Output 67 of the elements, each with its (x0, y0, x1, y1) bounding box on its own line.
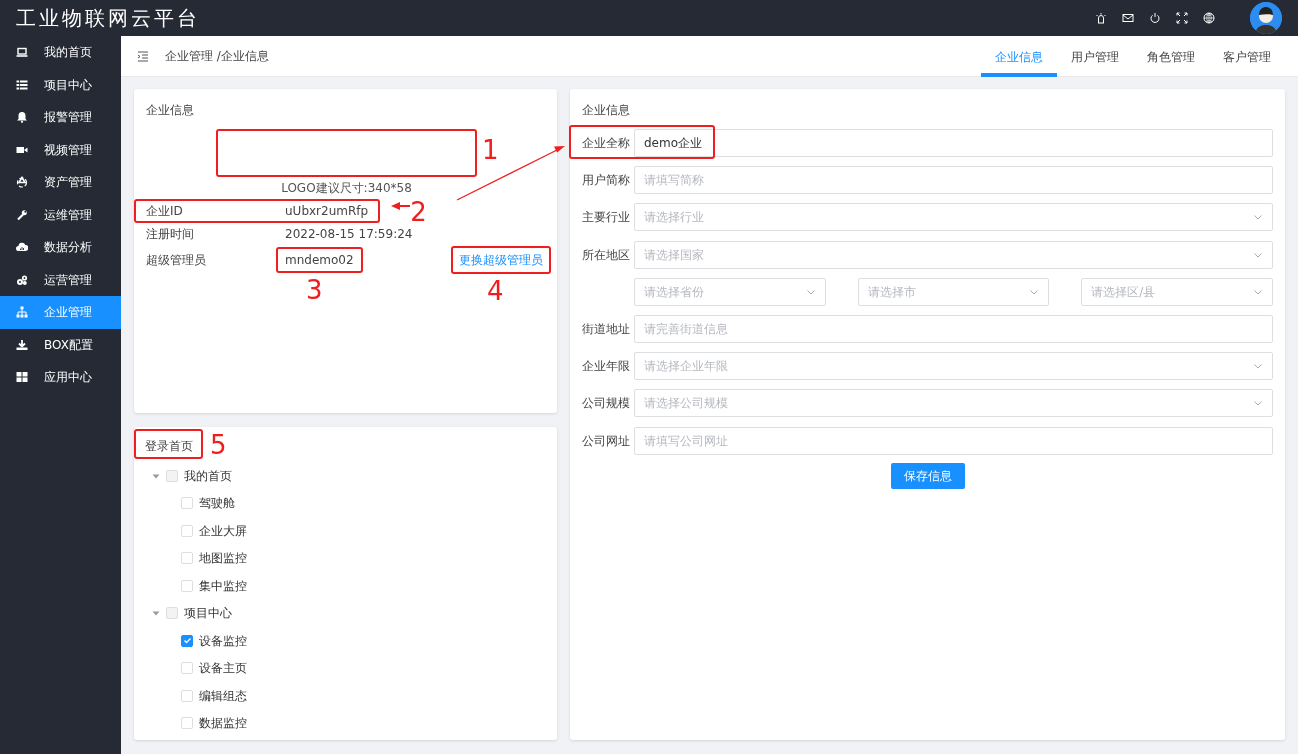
fullscreen-icon[interactable] (1176, 12, 1188, 24)
alarm-light-icon[interactable] (1095, 12, 1107, 24)
field-label: 企业年限 (582, 358, 631, 376)
field-label: 公司网址 (582, 432, 631, 450)
sidebar-item[interactable]: 数据分析 (0, 231, 121, 264)
input-field[interactable]: demo企业 (634, 129, 1273, 157)
tree-item-label: 编辑组态 (199, 687, 247, 705)
tree-item-label: 集中监控 (199, 577, 247, 595)
tree-item-label: 设备监控 (199, 632, 247, 650)
annotation-number: 3 (306, 277, 323, 303)
field-label: 企业全称 (582, 135, 631, 152)
sidebar-item[interactable]: 项目中心 (0, 68, 121, 101)
field-label: 公司规模 (582, 395, 631, 413)
field-label: 企业ID (146, 202, 184, 220)
menu-icon[interactable] (137, 50, 149, 62)
annotation-number: 4 (487, 278, 504, 304)
card-title: 企业信息 (146, 102, 195, 119)
tree-item-label: 驾驶舱 (199, 495, 235, 513)
breadcrumb: 企业管理 /企业信息 (165, 48, 269, 65)
sidebar-item[interactable]: BOX配置 (0, 328, 121, 361)
field-value: uUbxr2umRfp (285, 202, 369, 220)
card-title: 企业信息 (582, 102, 631, 119)
bell-icon (16, 111, 28, 124)
tab[interactable]: 角色管理 (1133, 36, 1209, 77)
avatar-icon[interactable] (1250, 2, 1282, 34)
laptop-icon (16, 46, 28, 59)
field-label: 注册时间 (146, 226, 195, 244)
field-label: 所在地区 (582, 246, 631, 264)
tree-item-label: 我的首页 (184, 467, 232, 485)
cogs-icon (16, 273, 28, 286)
tree-item-label: 设备主页 (199, 660, 247, 678)
field-value: 2022-08-15 17:59:24 (285, 226, 413, 244)
sitemap-icon (16, 306, 28, 319)
card-title: 登录首页 (145, 439, 193, 453)
field-label: 街道地址 (582, 320, 631, 338)
annotation-number: 1 (482, 137, 499, 163)
grid-icon (16, 371, 28, 384)
tab[interactable]: 用户管理 (1057, 36, 1133, 77)
app-title: 工业物联网云平台 (16, 5, 200, 32)
field-label: 超级管理员 (146, 252, 207, 269)
list-icon (16, 78, 28, 91)
sidebar-item[interactable]: 我的首页 (0, 36, 121, 69)
globe-icon[interactable] (1203, 12, 1215, 24)
sidebar-item[interactable]: 应用中心 (0, 361, 121, 394)
tree-item-label: 地图监控 (199, 550, 247, 568)
field-label: 用户简称 (582, 172, 631, 190)
sidebar-item[interactable]: 运营管理 (0, 263, 121, 296)
tree-item-label: 项目中心 (184, 605, 232, 623)
download-icon (16, 338, 28, 351)
power-icon[interactable] (1149, 12, 1161, 24)
tree-item-label: 企业大屏 (199, 522, 247, 540)
sidebar-item[interactable]: 报警管理 (0, 101, 121, 134)
cloud-chart-icon (16, 241, 28, 254)
mail-icon[interactable] (1122, 12, 1134, 24)
field-label: 主要行业 (582, 209, 631, 227)
recycle-icon (16, 176, 28, 189)
logo-size-hint: LOGO建议尺寸:340*58 (281, 181, 412, 195)
sidebar-item[interactable]: 运维管理 (0, 198, 121, 231)
annotation-arrow (391, 202, 411, 210)
annotation-box (134, 429, 203, 459)
sidebar-item[interactable]: 视频管理 (0, 133, 121, 166)
annotation-number: 2 (410, 199, 427, 225)
annotation-number: 5 (210, 432, 227, 458)
wrench-icon (16, 208, 28, 221)
tab[interactable]: 客户管理 (1209, 36, 1285, 77)
tree-item-label: 数据监控 (199, 715, 247, 733)
sidebar-item[interactable]: 资产管理 (0, 166, 121, 199)
